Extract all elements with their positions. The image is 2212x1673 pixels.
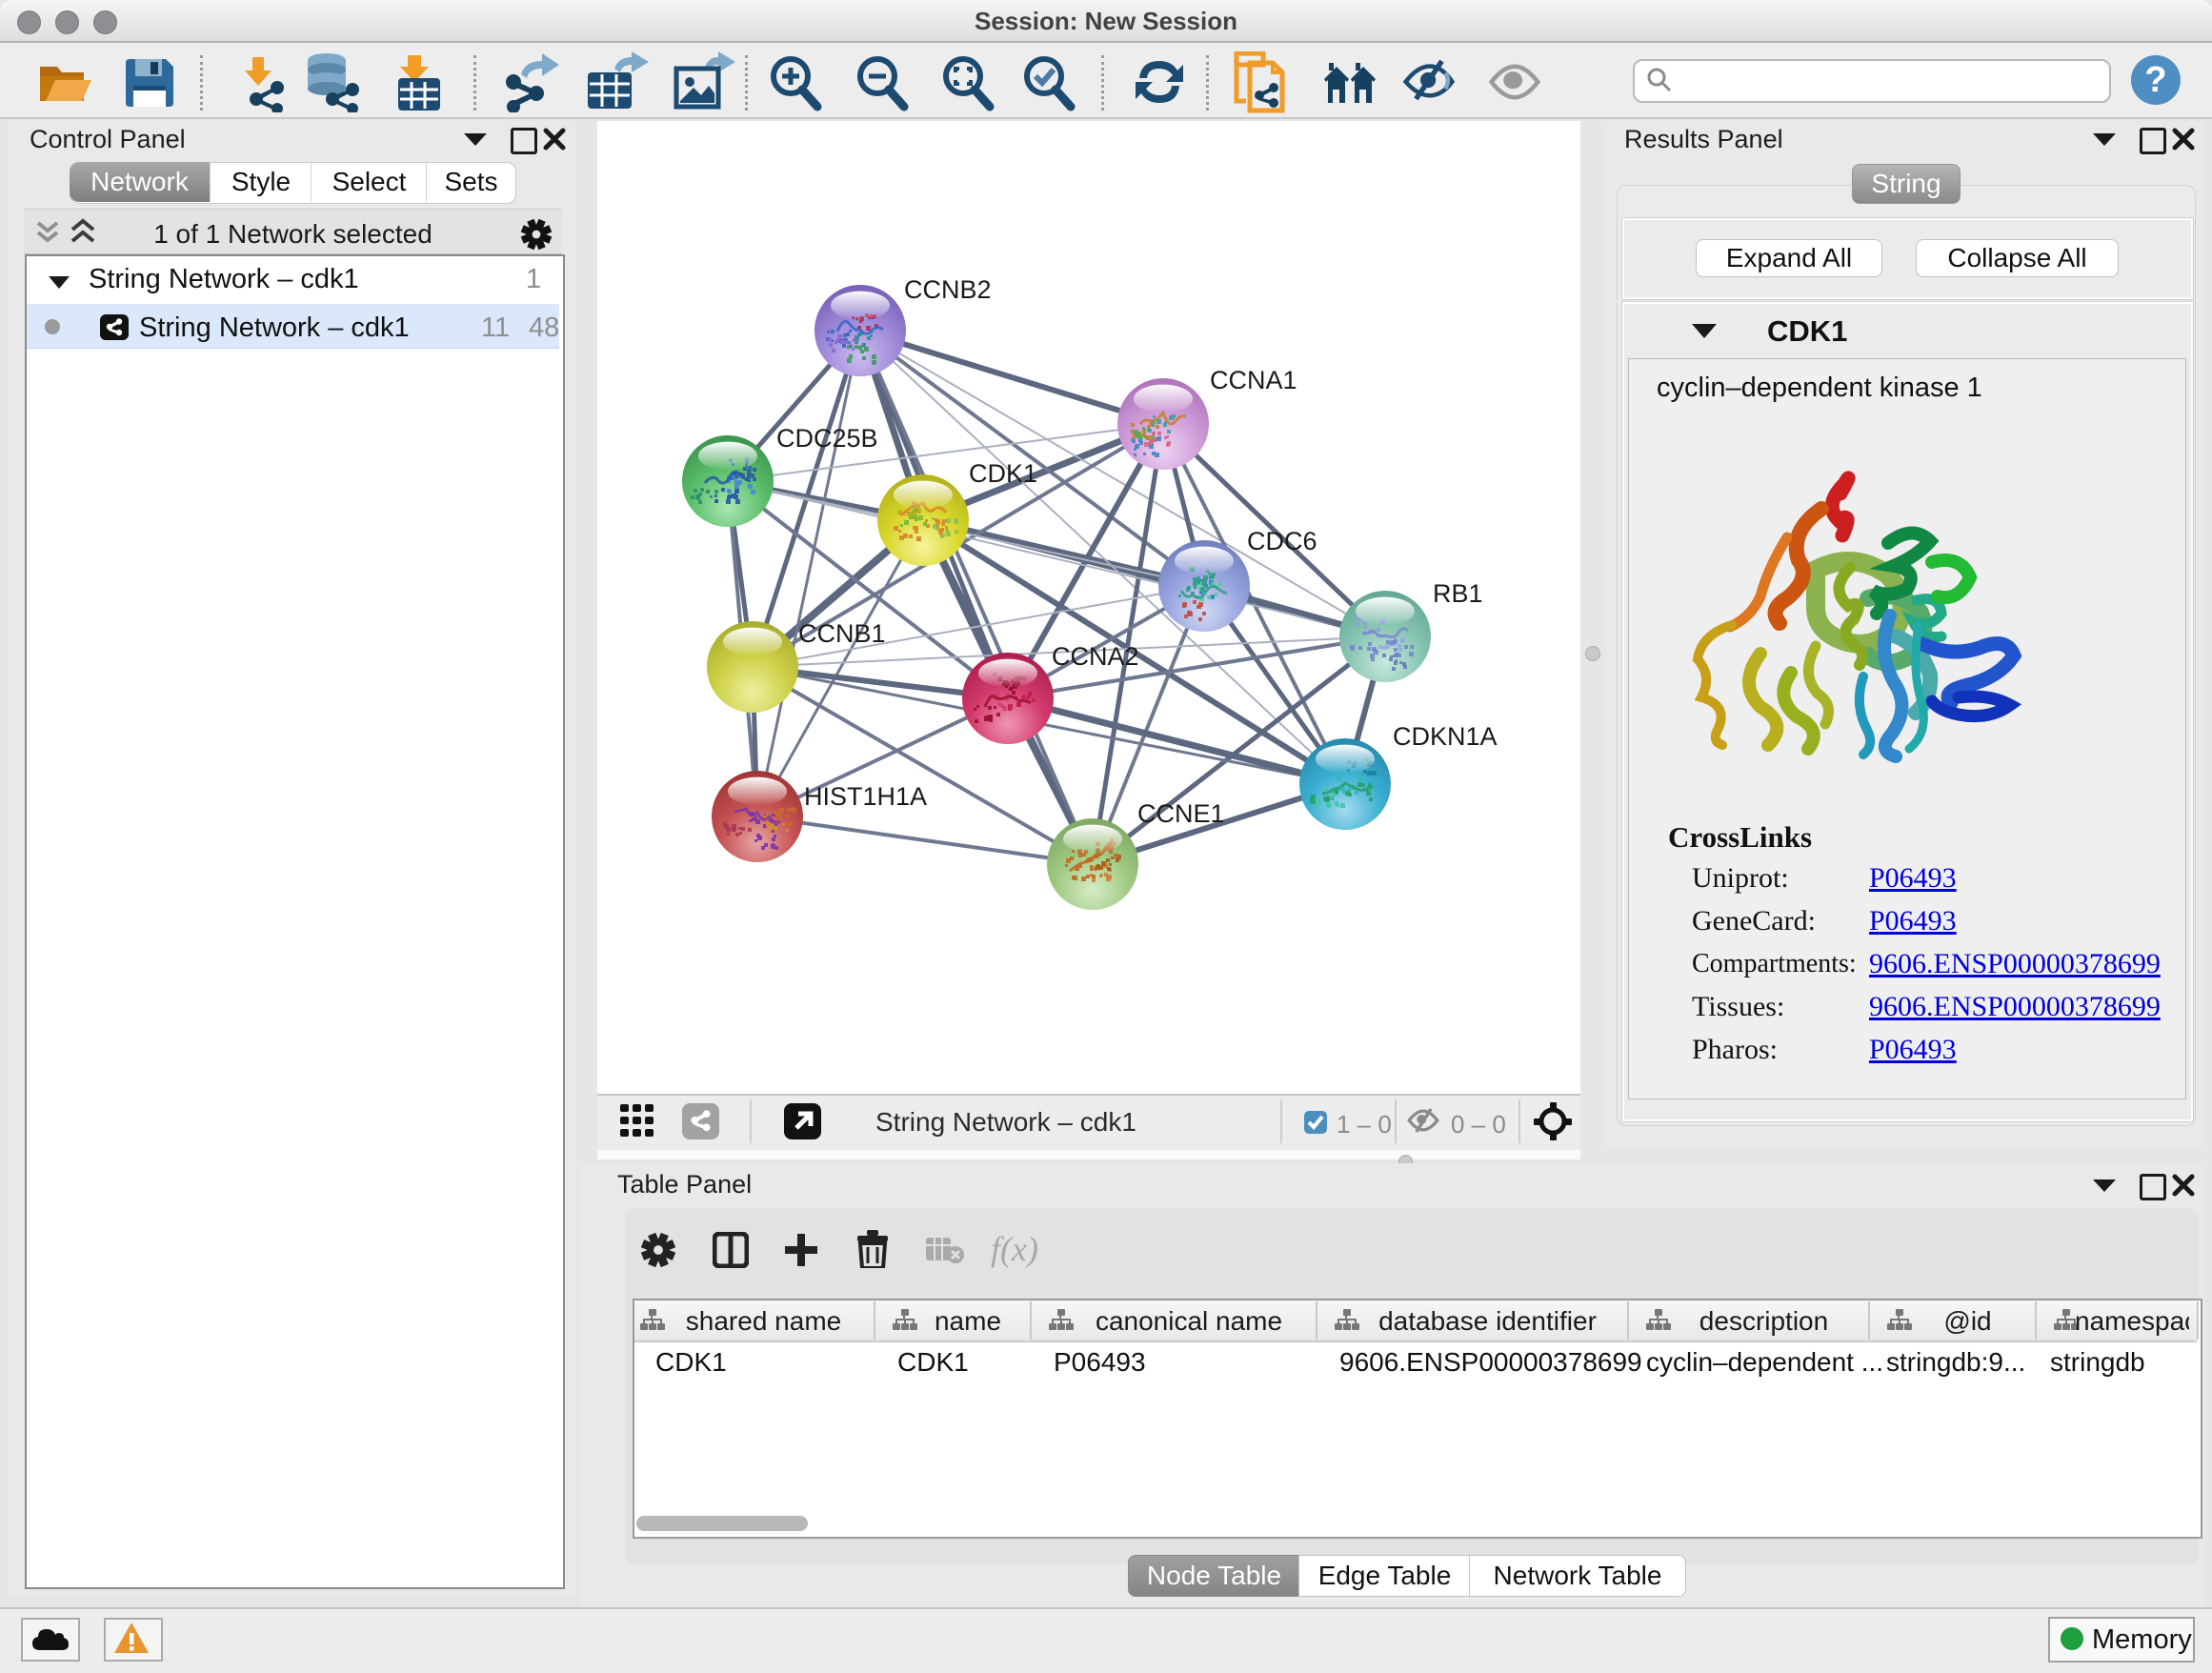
svg-text:CCNA2: CCNA2 <box>1052 642 1139 671</box>
svg-text:RB1: RB1 <box>1433 579 1483 608</box>
svg-text:CDK1: CDK1 <box>969 459 1037 488</box>
svg-text:CDC6: CDC6 <box>1247 527 1317 555</box>
svg-text:CCNA1: CCNA1 <box>1210 366 1297 394</box>
svg-text:HIST1H1A: HIST1H1A <box>804 782 927 811</box>
svg-text:CCNE1: CCNE1 <box>1137 799 1225 828</box>
svg-text:CDKN1A: CDKN1A <box>1393 722 1498 751</box>
svg-text:CCNB2: CCNB2 <box>904 275 992 304</box>
svg-text:CDC25B: CDC25B <box>776 424 878 453</box>
svg-text:CCNB1: CCNB1 <box>798 619 886 648</box>
